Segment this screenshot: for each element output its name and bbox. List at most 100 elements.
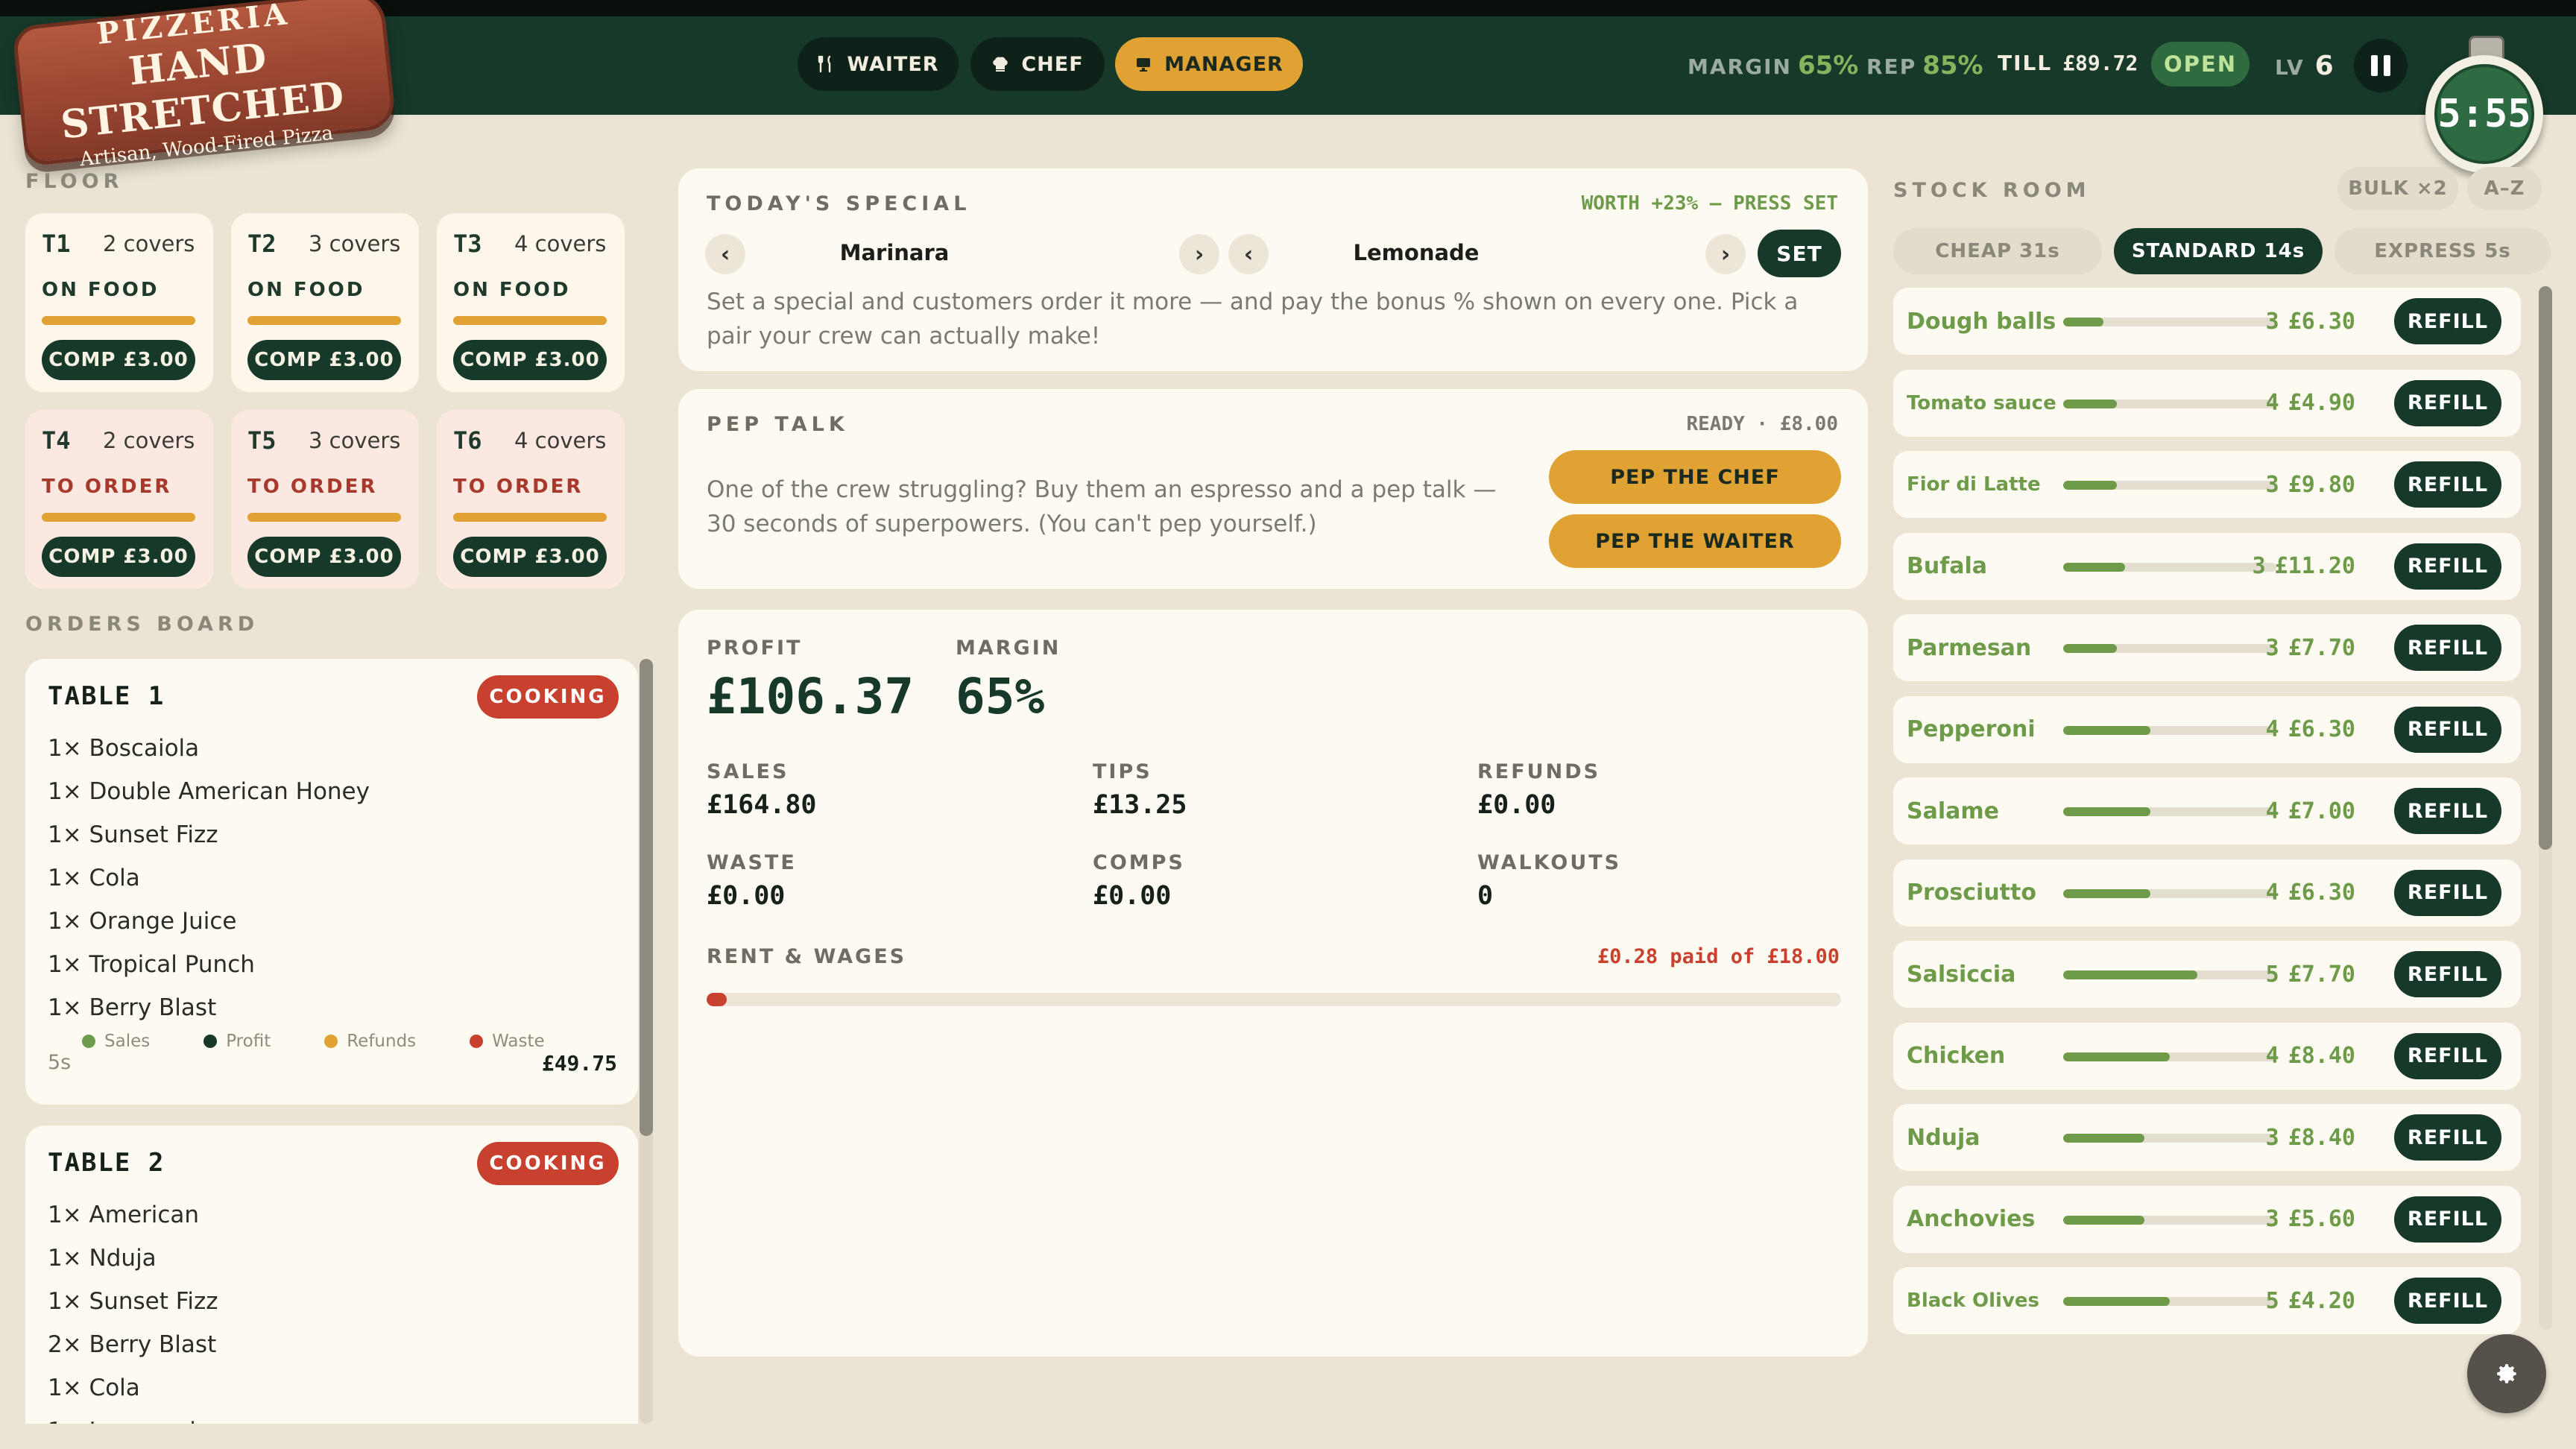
table-covers: 2 covers bbox=[103, 231, 195, 256]
bulk-toggle[interactable]: BULK ×2 bbox=[2337, 167, 2458, 210]
tier-option-0[interactable]: CHEAP 31s bbox=[1893, 228, 2102, 274]
settings-button[interactable] bbox=[2467, 1334, 2546, 1413]
monitor-icon bbox=[1137, 58, 1151, 72]
refill-button[interactable]: REFILL bbox=[2394, 1032, 2501, 1079]
special-2-next-button[interactable]: › bbox=[1705, 234, 1746, 274]
level-stat-label: LV bbox=[2275, 55, 2305, 80]
comp-button[interactable]: COMP £3.00 bbox=[247, 537, 401, 577]
table-card-t4[interactable]: T4 2 covers TO ORDER COMP £3.00 bbox=[25, 410, 213, 589]
role-waiter-button[interactable]: WAITER bbox=[798, 37, 959, 91]
refill-button[interactable]: REFILL bbox=[2394, 625, 2501, 671]
set-special-button[interactable]: SET bbox=[1758, 230, 1841, 277]
role-chef-button[interactable]: CHEF bbox=[970, 37, 1105, 91]
stock-row: Bufala 3 £11.20 REFILL bbox=[1893, 532, 2521, 600]
special-1-next-button[interactable]: › bbox=[1179, 234, 1219, 274]
refill-button[interactable]: REFILL bbox=[2394, 298, 2501, 344]
refill-button[interactable]: REFILL bbox=[2394, 543, 2501, 590]
table-covers: 2 covers bbox=[103, 428, 195, 453]
stock-quantity-price: 3 £9.80 bbox=[2266, 451, 2355, 518]
stock-level-fill bbox=[2063, 1134, 2144, 1143]
stock-quantity: 3 bbox=[2265, 1206, 2279, 1232]
table-progress-bar bbox=[453, 513, 607, 522]
stock-level-bar bbox=[2063, 318, 2276, 326]
tier-option-2[interactable]: EXPRESS 5s bbox=[2334, 228, 2551, 274]
rep-stat-value: 85% bbox=[1922, 51, 1983, 80]
comp-button[interactable]: COMP £3.00 bbox=[42, 340, 195, 380]
table-card-t6[interactable]: T6 4 covers TO ORDER COMP £3.00 bbox=[437, 410, 625, 589]
comp-button[interactable]: COMP £3.00 bbox=[42, 537, 195, 577]
stock-quantity-price: 4 £8.40 bbox=[2266, 1023, 2355, 1090]
table-card-t2[interactable]: T2 3 covers ON FOOD COMP £3.00 bbox=[231, 213, 419, 392]
order-item: 1× Orange Juice bbox=[48, 908, 237, 935]
stock-level-fill bbox=[2063, 1297, 2170, 1306]
table-card-t5[interactable]: T5 3 covers TO ORDER COMP £3.00 bbox=[231, 410, 419, 589]
order-card[interactable]: TABLE 2 COOKING 1× American 1× Nduja 1× Suns… bbox=[25, 1126, 638, 1424]
role-chef-label: CHEF bbox=[1021, 52, 1084, 76]
comp-button[interactable]: COMP £3.00 bbox=[453, 340, 607, 380]
table-id: T6 bbox=[453, 426, 482, 455]
pep-the-waiter-button[interactable]: PEP THE WAITER bbox=[1549, 514, 1841, 568]
stock-level-bar bbox=[2063, 1134, 2276, 1143]
profit-value: £106.37 bbox=[707, 668, 915, 725]
stock-level-fill bbox=[2063, 481, 2117, 490]
table-progress-bar bbox=[247, 513, 401, 522]
comp-button[interactable]: COMP £3.00 bbox=[247, 340, 401, 380]
refill-button[interactable]: REFILL bbox=[2394, 869, 2501, 916]
table-status: ON FOOD bbox=[42, 279, 160, 301]
refill-button[interactable]: REFILL bbox=[2394, 461, 2501, 508]
refill-button[interactable]: REFILL bbox=[2394, 1114, 2501, 1161]
rep-stat: REP 85% bbox=[1866, 51, 1983, 80]
stock-item-name: Pepperoni bbox=[1907, 716, 2036, 742]
margin-stat-label: MARGIN bbox=[1688, 54, 1792, 79]
refill-button[interactable]: REFILL bbox=[2394, 1278, 2501, 1324]
stock-scrollbar[interactable] bbox=[2539, 286, 2552, 1330]
order-status-badge: COOKING bbox=[477, 675, 619, 719]
role-waiter-label: WAITER bbox=[847, 52, 939, 76]
stock-price: £11.20 bbox=[2274, 553, 2355, 579]
gear-icon bbox=[2497, 1364, 2516, 1383]
finance-panel: PROFIT £106.37 MARGIN 65% SALES £164.80 … bbox=[678, 610, 1868, 1357]
stock-level-bar bbox=[2063, 888, 2276, 898]
stock-scrollbar-thumb[interactable] bbox=[2539, 286, 2552, 850]
comp-button[interactable]: COMP £3.00 bbox=[453, 537, 607, 577]
margin-stat: MARGIN 65% bbox=[1688, 51, 1858, 80]
orders-scrollbar[interactable] bbox=[640, 659, 653, 1424]
orders-scrollbar-thumb[interactable] bbox=[640, 659, 653, 1136]
pause-button[interactable] bbox=[2354, 39, 2408, 92]
stock-item-name: Chicken bbox=[1907, 1043, 2006, 1069]
table-covers: 3 covers bbox=[309, 231, 401, 256]
pep-talk-title: PEP TALK bbox=[707, 413, 849, 436]
orders-board-title: ORDERS BOARD bbox=[25, 613, 259, 636]
refill-button[interactable]: REFILL bbox=[2394, 951, 2501, 997]
stock-level-fill bbox=[2063, 807, 2151, 816]
legend-item-sales: Sales bbox=[82, 1032, 150, 1051]
stock-price: £9.80 bbox=[2288, 471, 2355, 498]
pep-ready-label: READY · £8.00 bbox=[1686, 413, 1839, 435]
special-2-prev-button[interactable]: ‹ bbox=[1228, 234, 1269, 274]
pep-the-chef-button[interactable]: PEP THE CHEF bbox=[1549, 450, 1841, 504]
tier-option-1[interactable]: STANDARD 14s bbox=[2114, 228, 2323, 274]
stock-quantity: 3 bbox=[2252, 553, 2266, 579]
refill-button[interactable]: REFILL bbox=[2394, 1196, 2501, 1243]
stock-row: Nduja 3 £8.40 REFILL bbox=[1893, 1104, 2521, 1171]
role-manager-button[interactable]: MANAGER bbox=[1115, 37, 1303, 91]
sort-toggle[interactable]: A–Z bbox=[2467, 167, 2542, 210]
stock-level-fill bbox=[2063, 1052, 2170, 1061]
refill-button[interactable]: REFILL bbox=[2394, 788, 2501, 834]
table-id: T3 bbox=[453, 230, 482, 258]
stock-level-bar bbox=[2063, 970, 2276, 979]
stock-level-fill bbox=[2063, 399, 2117, 408]
sales-value: £164.80 bbox=[707, 790, 817, 820]
stock-row: Black Olives 5 £4.20 REFILL bbox=[1893, 1267, 2521, 1334]
refill-button[interactable]: REFILL bbox=[2394, 379, 2501, 426]
stock-item-name: Prosciutto bbox=[1907, 880, 2036, 906]
stock-price: £8.40 bbox=[2288, 1043, 2355, 1069]
stock-item-name: Bufala bbox=[1907, 553, 1988, 579]
order-item: 1× Berry Blast bbox=[48, 994, 217, 1021]
refill-button[interactable]: REFILL bbox=[2394, 706, 2501, 753]
todays-special-title: TODAY'S SPECIAL bbox=[707, 192, 971, 215]
table-card-t1[interactable]: T1 2 covers ON FOOD COMP £3.00 bbox=[25, 213, 213, 392]
special-1-prev-button[interactable]: ‹ bbox=[705, 234, 745, 274]
table-card-t3[interactable]: T3 4 covers ON FOOD COMP £3.00 bbox=[437, 213, 625, 392]
order-total: £49.75 bbox=[541, 1051, 617, 1076]
